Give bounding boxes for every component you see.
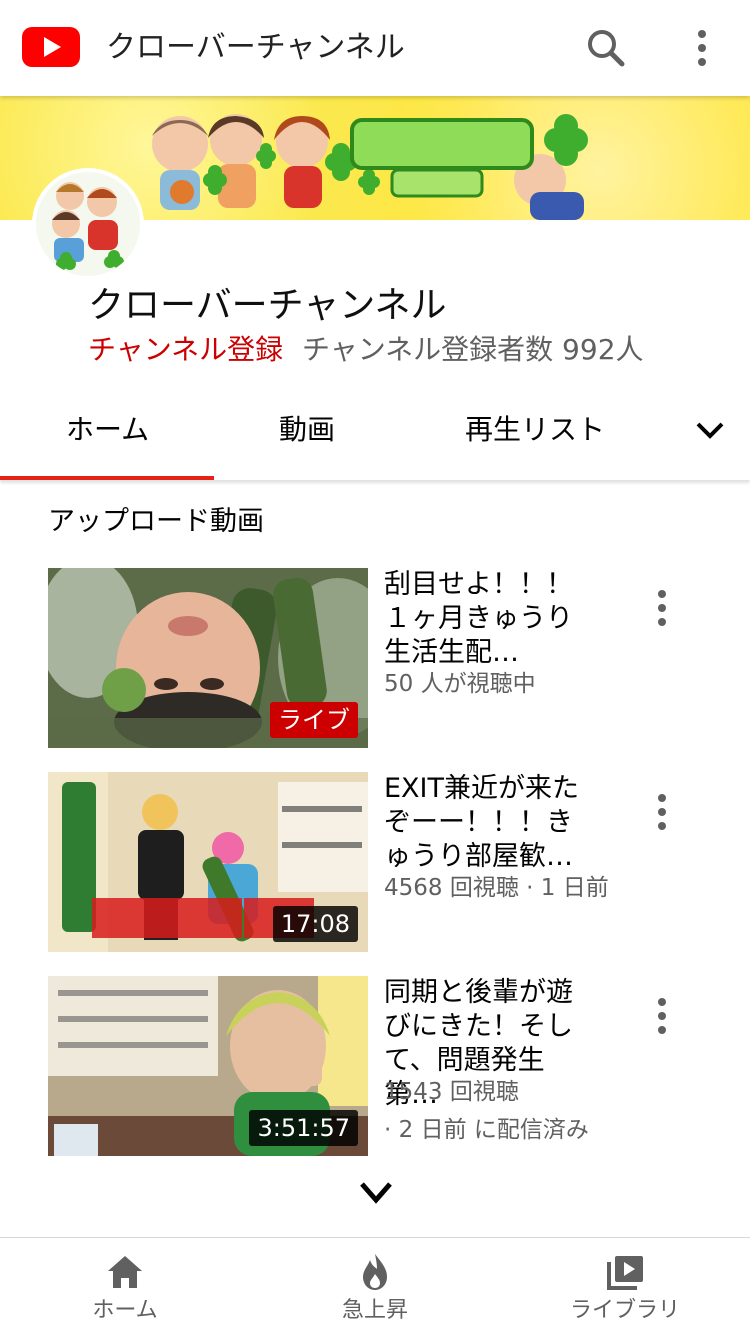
video-thumbnail[interactable]: ライブ xyxy=(48,568,368,748)
video-thumbnail[interactable]: 17:08 xyxy=(48,772,368,952)
home-icon xyxy=(108,1256,142,1288)
video-title[interactable]: 刮目せよ！！！ １ヶ月きゅうり 生活生配… xyxy=(384,568,594,670)
video-item[interactable]: 3:51:57 同期と後輩が遊 びにきた！そし て、問題発生第… 1543 回視… xyxy=(48,976,728,1156)
app-bar: クローバーチャンネル xyxy=(0,0,750,96)
chevron-down-icon[interactable] xyxy=(694,418,726,442)
video-meta: 50 人が視聴中 xyxy=(384,671,536,697)
video-title[interactable]: EXIT兼近が来た ぞーー！！！き ゅうり部屋歓… xyxy=(384,772,594,874)
duration-badge: 3:51:57 xyxy=(249,1110,358,1146)
nav-library[interactable]: ライブラリ xyxy=(500,1238,750,1334)
search-icon[interactable] xyxy=(584,26,628,70)
video-meta-secondary: · 2 日前 に配信済み xyxy=(384,1117,589,1143)
video-thumbnail[interactable]: 3:51:57 xyxy=(48,976,368,1156)
channel-tabs: ホーム 動画 再生リスト xyxy=(0,380,750,480)
more-vert-icon[interactable] xyxy=(648,792,676,832)
nav-home-label: ホーム xyxy=(92,1298,158,1323)
channel-avatar[interactable] xyxy=(32,168,144,280)
video-meta: 4568 回視聴 · 1 日前 xyxy=(384,875,609,901)
avatar-artwork xyxy=(36,172,140,276)
live-badge: ライブ xyxy=(270,702,358,738)
subscriber-count: チャンネル登録者数 992人 xyxy=(302,333,644,366)
more-vert-icon[interactable] xyxy=(648,588,676,628)
more-vert-icon[interactable] xyxy=(684,26,720,70)
nav-library-label: ライブラリ xyxy=(569,1298,680,1323)
video-item[interactable]: 17:08 EXIT兼近が来た ぞーー！！！き ゅうり部屋歓… 4568 回視聴… xyxy=(48,772,728,952)
video-item[interactable]: ライブ 刮目せよ！！！ １ヶ月きゅうり 生活生配… 50 人が視聴中 xyxy=(48,568,728,748)
expand-more-icon[interactable] xyxy=(358,1180,394,1206)
nav-trending[interactable]: 急上昇 xyxy=(250,1238,500,1334)
library-icon xyxy=(607,1256,643,1290)
tab-videos[interactable]: 動画 xyxy=(279,410,335,450)
tab-playlists[interactable]: 再生リスト xyxy=(465,410,605,450)
subscribe-button[interactable]: チャンネル登録 xyxy=(88,330,283,370)
nav-trending-label: 急上昇 xyxy=(341,1298,408,1323)
tab-home[interactable]: ホーム xyxy=(66,410,149,450)
duration-badge: 17:08 xyxy=(272,906,358,942)
channel-name: クローバーチャンネル xyxy=(88,285,447,326)
section-title: アップロード動画 xyxy=(48,506,264,537)
more-vert-icon[interactable] xyxy=(648,996,676,1036)
nav-home[interactable]: ホーム xyxy=(0,1238,250,1334)
active-tab-indicator xyxy=(0,476,214,480)
bottom-navigation: ホーム 急上昇 ライブラリ xyxy=(0,1237,750,1334)
app-bar-title: クローバーチャンネル xyxy=(106,30,405,65)
trending-icon xyxy=(363,1254,387,1290)
video-meta: 1543 回視聴 xyxy=(384,1079,519,1105)
youtube-logo-icon[interactable] xyxy=(22,27,80,67)
